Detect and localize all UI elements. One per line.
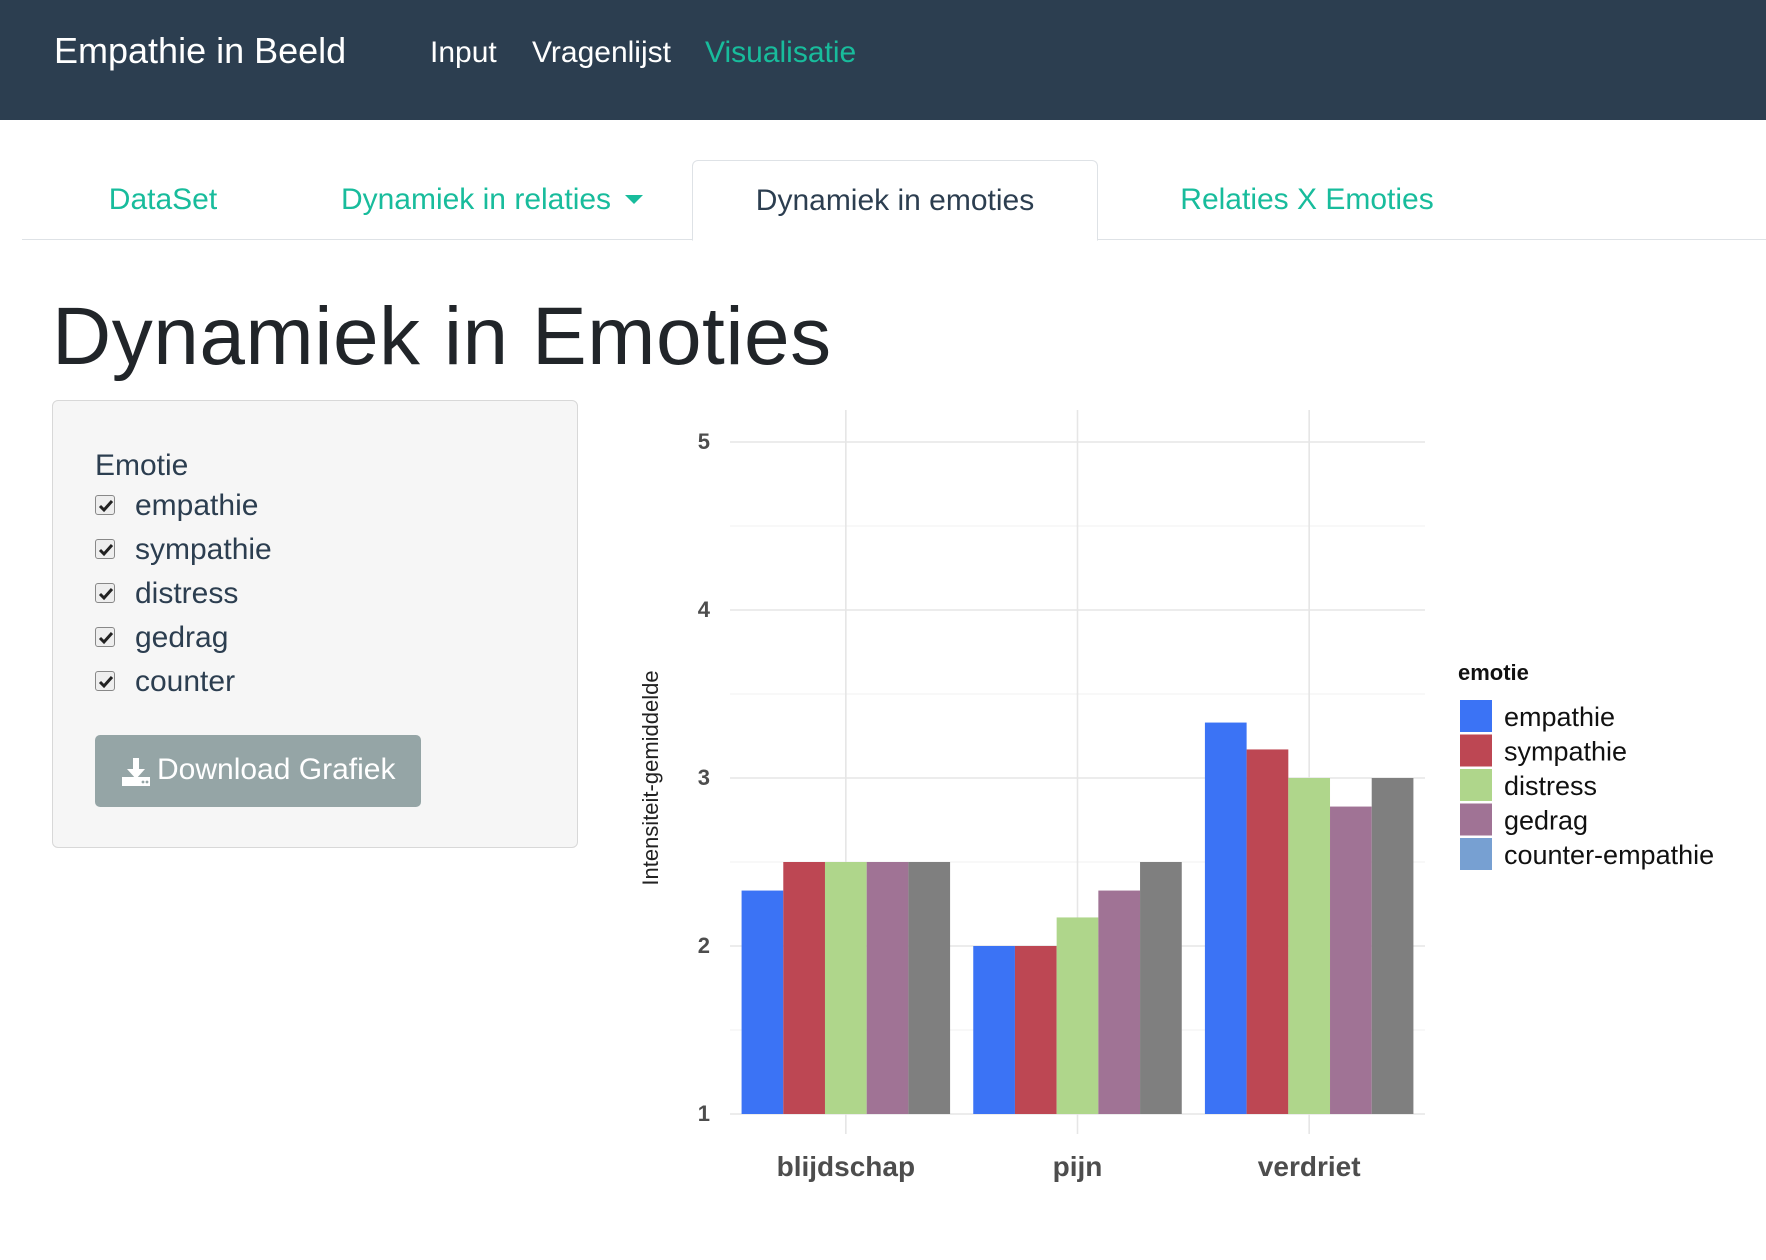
tab-dynamiek-in-relaties-label: Dynamiek in relaties xyxy=(340,183,612,216)
emotie-group-label: Emotie xyxy=(95,449,189,482)
tab-dynamiek-in-emoties-label: Dynamiek in emoties xyxy=(755,184,1035,217)
tab-relaties-x-emoties[interactable]: Relaties X Emoties xyxy=(1132,160,1482,240)
tab-relaties-x-emoties-label: Relaties X Emoties xyxy=(1180,183,1434,216)
bar-gedrag-pijn xyxy=(1098,890,1141,1114)
bar-sympathie-verdriet xyxy=(1246,749,1289,1114)
y-tick-label: 1 xyxy=(698,1101,710,1126)
bar-empathie-pijn xyxy=(973,946,1015,1114)
legend-label: distress xyxy=(1504,771,1597,801)
bar-sympathie-blijdschap xyxy=(783,862,825,1114)
bar-empathie-verdriet xyxy=(1204,722,1247,1114)
caret-down-icon xyxy=(625,194,644,204)
legend-label: sympathie xyxy=(1504,737,1627,767)
bar-sympathie-pijn xyxy=(1014,946,1057,1114)
download-button-label: Download Grafiek xyxy=(157,753,396,786)
checkbox-label: counter xyxy=(135,665,236,698)
legend-swatch xyxy=(1460,734,1492,767)
checkbox-label: gedrag xyxy=(135,621,229,654)
bar-counter-empathie-pijn xyxy=(1140,862,1182,1114)
legend-swatch xyxy=(1460,838,1492,870)
legend-swatch xyxy=(1460,700,1492,732)
legend-label: counter-empathie xyxy=(1504,840,1714,870)
bar-distress-blijdschap xyxy=(824,862,867,1114)
checkbox-checked-icon[interactable] xyxy=(95,539,115,559)
nav-link-input[interactable]: Input xyxy=(430,36,497,70)
legend-title: emotie xyxy=(1458,660,1529,685)
checkbox-checked-icon[interactable] xyxy=(95,627,115,647)
legend-label: empathie xyxy=(1504,702,1615,732)
tab-dataset[interactable]: DataSet xyxy=(48,160,278,240)
legend-label: gedrag xyxy=(1504,806,1588,836)
checkbox-label: distress xyxy=(135,577,239,610)
tab-dynamiek-in-emoties[interactable]: Dynamiek in emoties xyxy=(692,160,1098,241)
tab-dataset-label: DataSet xyxy=(108,183,218,216)
bar-chart: 1 2 3 4 5 blijdschap pijn verdriet Intensiteit-g… xyxy=(638,410,1714,1182)
y-tick-label: 5 xyxy=(698,429,710,454)
download-icon xyxy=(121,757,151,795)
legend-swatch xyxy=(1460,803,1492,836)
checkbox-checked-icon[interactable] xyxy=(95,495,115,515)
bar-gedrag-blijdschap xyxy=(866,862,909,1114)
bar-empathie-blijdschap xyxy=(741,890,784,1114)
bar-gedrag-verdriet xyxy=(1330,806,1372,1114)
bar-counter-empathie-blijdschap xyxy=(908,862,951,1114)
x-tick-label: verdriet xyxy=(1258,1151,1361,1182)
bar-distress-pijn xyxy=(1056,917,1099,1114)
page-title: Dynamiek in Emoties xyxy=(52,291,832,382)
nav-link-visualisatie[interactable]: Visualisatie xyxy=(705,36,856,70)
checkbox-label: sympathie xyxy=(135,533,272,566)
bar-counter-empathie-verdriet xyxy=(1371,778,1414,1114)
checkbox-label: empathie xyxy=(135,489,259,522)
y-tick-label: 3 xyxy=(698,765,710,790)
checkbox-checked-icon[interactable] xyxy=(95,583,115,603)
tab-bar: DataSet Dynamiek in relaties Dynamiek in… xyxy=(22,160,1766,241)
tab-dynamiek-in-relaties[interactable]: Dynamiek in relaties xyxy=(312,160,672,240)
download-grafiek-button[interactable]: Download Grafiek xyxy=(95,735,421,807)
bar-distress-verdriet xyxy=(1288,778,1331,1114)
app-brand[interactable]: Empathie in Beeld xyxy=(54,30,346,72)
legend-swatch xyxy=(1460,769,1492,801)
nav-link-vragenlijst[interactable]: Vragenlijst xyxy=(532,36,671,70)
checkbox-checked-icon[interactable] xyxy=(95,671,115,691)
sidebar-panel: Emotie empathie sympathie distress gedra… xyxy=(52,400,578,848)
y-tick-label: 4 xyxy=(698,597,711,622)
x-tick-label: pijn xyxy=(1053,1151,1103,1182)
y-axis-label: Intensiteit-gemiddelde xyxy=(638,670,663,885)
x-tick-label: blijdschap xyxy=(777,1151,915,1182)
navbar: Empathie in Beeld Input Vragenlijst Visu… xyxy=(0,0,1766,120)
y-tick-label: 2 xyxy=(698,933,710,958)
